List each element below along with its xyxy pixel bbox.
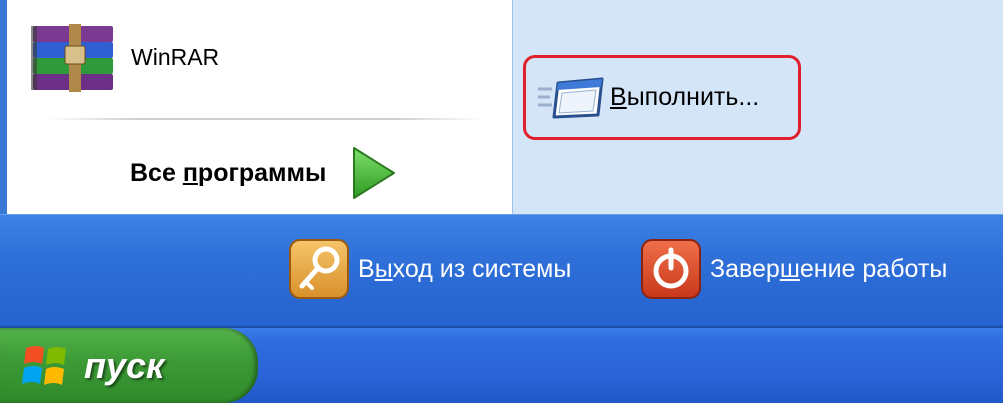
run-window-icon <box>538 77 604 118</box>
shutdown-button[interactable]: Завершение работы <box>640 237 947 301</box>
shutdown-label: Завершение работы <box>710 254 948 283</box>
winrar-menu-item[interactable]: WinRAR <box>29 22 329 102</box>
key-icon <box>289 239 349 299</box>
winrar-label: WinRAR <box>131 44 220 70</box>
logoff-label: Выход из системы <box>358 254 572 283</box>
start-menu-left-panel: WinRAR Все программы <box>0 0 512 214</box>
taskbar: пуск <box>0 326 1003 403</box>
winrar-icon <box>31 24 113 92</box>
power-icon <box>641 239 701 299</box>
run-menu-item[interactable]: Выполнить... <box>523 55 801 140</box>
logoff-button[interactable]: Выход из системы <box>288 237 571 301</box>
start-label: пуск <box>84 344 165 386</box>
start-menu-footer: Выход из системы Завершение работы <box>0 214 1003 327</box>
run-label: Выполнить... <box>610 83 760 111</box>
all-programs-label: Все программы <box>130 158 327 187</box>
start-button[interactable]: пуск <box>0 328 258 403</box>
start-menu-window: WinRAR Все программы Выполнить... Выход … <box>0 0 1003 403</box>
windows-flag-icon <box>22 345 66 385</box>
menu-separator <box>47 118 487 120</box>
all-programs-item[interactable]: Все программы <box>130 138 398 208</box>
green-arrow-icon <box>353 147 396 199</box>
